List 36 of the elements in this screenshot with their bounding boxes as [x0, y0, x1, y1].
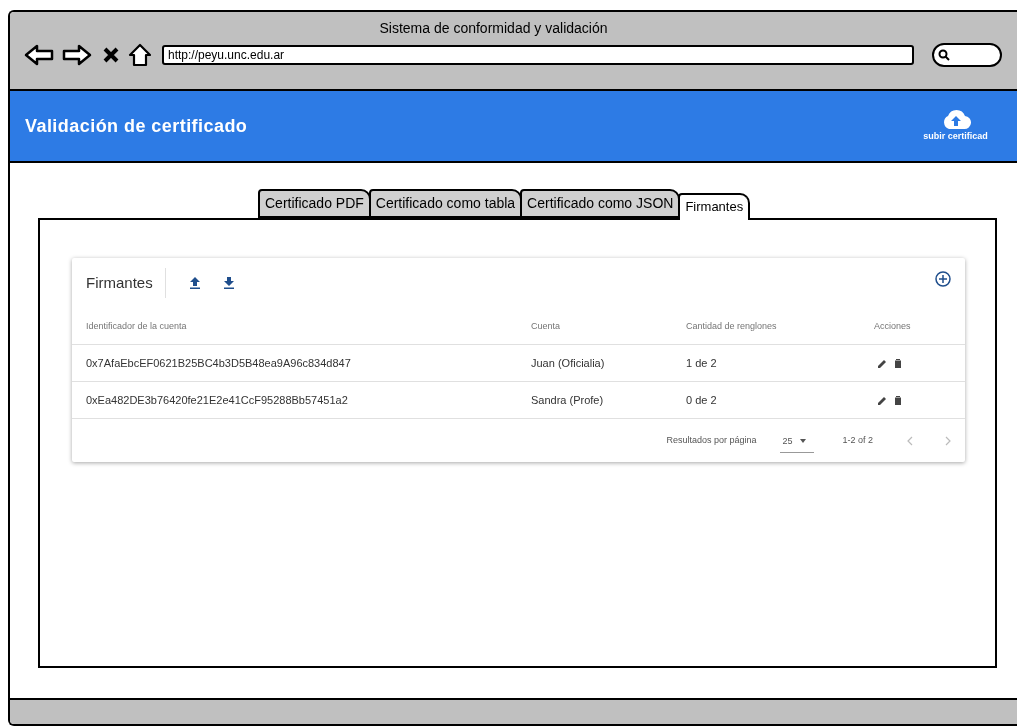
- upload-icon[interactable]: [189, 277, 200, 290]
- pagination-label: Resultados por página: [666, 434, 757, 447]
- table-cell-text: 1 de 2: [686, 356, 718, 371]
- tab[interactable]: Certificado como tabla: [368, 189, 523, 219]
- card-title: Firmantes: [86, 268, 166, 299]
- column-header: Cuenta: [531, 319, 562, 333]
- delete-icon[interactable]: [895, 358, 901, 368]
- search-field[interactable]: [932, 43, 1002, 67]
- forward-arrow-icon[interactable]: [62, 44, 92, 66]
- column-header: Identificador de la cuenta: [86, 319, 188, 333]
- close-icon[interactable]: [102, 46, 120, 64]
- edit-icon[interactable]: [878, 358, 887, 368]
- back-arrow-icon[interactable]: [24, 44, 54, 66]
- tab[interactable]: Certificado PDF: [258, 189, 371, 219]
- page-size-select[interactable]: 25: [780, 434, 815, 453]
- tab[interactable]: Certificado como JSON: [520, 189, 681, 219]
- page-title: Validación de certificado: [25, 114, 248, 138]
- window-title: Sistema de conformidad y validación: [379, 19, 608, 38]
- table-cell-text: 0x7AfaEbcEF0621B25BC4b3D5B48ea9A96c834d847: [86, 356, 352, 371]
- table-cell-text: Sandra (Profe): [531, 393, 605, 408]
- delete-icon[interactable]: [895, 395, 901, 405]
- search-icon: [938, 49, 950, 61]
- table-cell-text: Juan (Oficialia): [531, 356, 606, 371]
- add-circle-icon[interactable]: [935, 271, 951, 288]
- address-bar[interactable]: http://peyu.unc.edu.ar: [162, 45, 914, 65]
- home-icon[interactable]: [128, 43, 152, 67]
- column-header: Acciones: [874, 319, 912, 333]
- column-header: Cantidad de renglones: [686, 319, 778, 333]
- download-icon[interactable]: [223, 277, 234, 290]
- page-range: 1-2 of 2: [842, 434, 873, 447]
- table-cell-text: 0 de 2: [686, 393, 718, 408]
- upload-button[interactable]: subir certificad: [923, 108, 988, 144]
- tab[interactable]: Firmantes: [678, 192, 751, 221]
- dropdown-caret-icon: [800, 439, 807, 444]
- edit-icon[interactable]: [878, 395, 887, 405]
- table-cell-text: 0xEa482DE3b76420fe21E2e41CcF95288Bb57451a2: [86, 393, 349, 408]
